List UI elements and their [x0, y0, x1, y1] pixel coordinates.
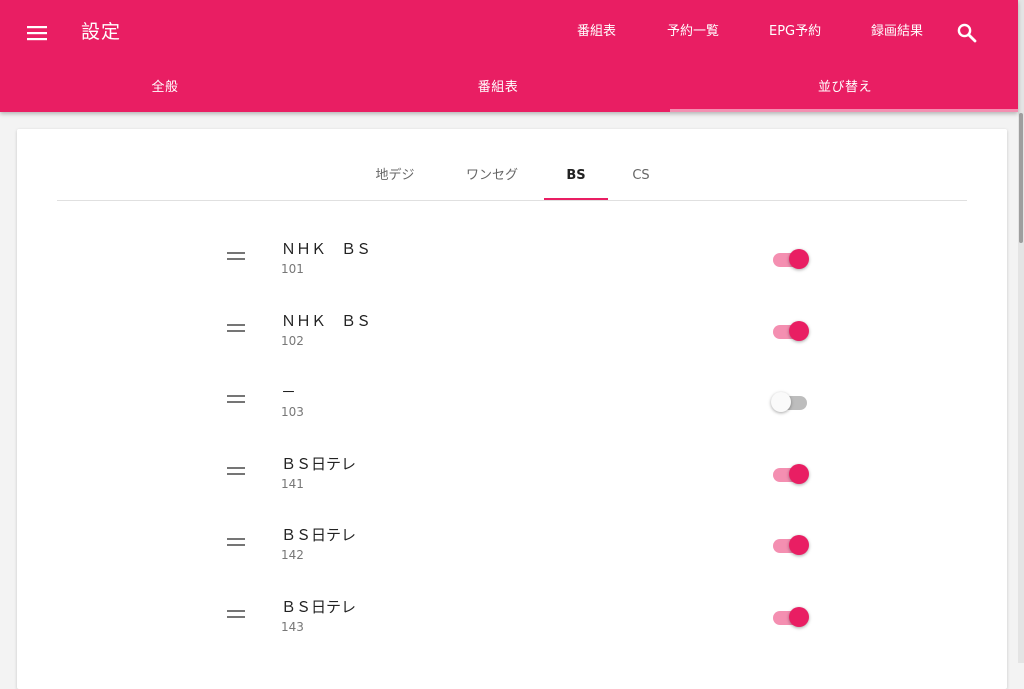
channel-toggle-103[interactable]: [771, 389, 809, 413]
channel-number: 103: [281, 405, 304, 420]
channel-name: －: [281, 383, 297, 402]
toggle-thumb: [789, 320, 809, 341]
nav-program-guide[interactable]: 番組表: [577, 22, 616, 42]
scrollbar-thumb[interactable]: [1019, 113, 1023, 243]
channel-toggle-142[interactable]: [771, 532, 809, 556]
channel-toggle-141[interactable]: [771, 461, 809, 485]
toggle-thumb: [789, 535, 809, 556]
drag-handle[interactable]: [227, 609, 245, 619]
sort-card: 地デジ ワンセグ BS CS ＮＨＫ ＢＳ 101 ＮＨＫ ＢＳ 102 － 1…: [17, 129, 1007, 689]
channel-row-102: ＮＨＫ ＢＳ 102: [17, 295, 1007, 367]
drag-handle-icon: [227, 466, 245, 475]
channel-toggle-101[interactable]: [771, 246, 809, 270]
nav-epg-reservation[interactable]: EPG予約: [769, 22, 821, 42]
channel-name: ＢＳ日テレ: [281, 526, 357, 545]
search-button[interactable]: [955, 21, 979, 45]
channel-number: 142: [281, 548, 304, 563]
subtab-indicator: [544, 198, 608, 200]
subtab-terrestrial[interactable]: 地デジ: [352, 159, 438, 200]
drag-handle[interactable]: [227, 394, 245, 404]
channel-toggle-102[interactable]: [771, 318, 809, 342]
channel-row-103: － 103: [17, 366, 1007, 438]
drag-handle[interactable]: [227, 323, 245, 333]
tab-indicator: [670, 109, 1018, 112]
tab-general[interactable]: 全般: [0, 65, 330, 112]
subtab-cs[interactable]: CS: [612, 159, 670, 200]
channel-number: 143: [281, 619, 304, 634]
nav-reservation-list[interactable]: 予約一覧: [667, 22, 719, 42]
channel-number: 102: [281, 333, 304, 348]
subtab-bs[interactable]: BS: [544, 159, 608, 200]
drag-handle[interactable]: [227, 251, 245, 261]
drag-handle-icon: [227, 395, 245, 404]
tab-sort[interactable]: 並び替え: [672, 65, 1018, 112]
channel-name: ＢＳ日テレ: [281, 454, 357, 473]
toolbar: 設定 番組表 予約一覧 EPG予約 録画結果: [0, 0, 1018, 65]
drag-handle[interactable]: [227, 537, 245, 547]
channel-row-141: ＢＳ日テレ 141: [17, 438, 1007, 510]
search-icon: [957, 23, 977, 43]
nav-recording-results[interactable]: 録画結果: [871, 22, 923, 42]
channel-row-101: ＮＨＫ ＢＳ 101: [17, 223, 1007, 295]
drag-handle[interactable]: [227, 466, 245, 476]
toggle-thumb: [789, 249, 809, 269]
drag-handle-icon: [227, 538, 245, 547]
app-bar: 設定 番組表 予約一覧 EPG予約 録画結果 全般 番組表 並び替え: [0, 0, 1018, 112]
subtab-oneseg[interactable]: ワンセグ: [447, 159, 537, 200]
channel-number: 141: [281, 476, 304, 491]
toggle-thumb: [789, 606, 809, 627]
toggle-thumb: [789, 463, 809, 484]
page-title: 設定: [81, 21, 122, 43]
channel-number: 101: [281, 262, 304, 276]
channel-name: ＮＨＫ ＢＳ: [281, 311, 372, 330]
channel-name: ＢＳ日テレ: [281, 597, 357, 616]
channel-row-143: ＢＳ日テレ 143: [17, 581, 1007, 653]
menu-icon: [27, 26, 47, 41]
channel-row-142: ＢＳ日テレ 142: [17, 509, 1007, 581]
broadcast-type-tabs: 地デジ ワンセグ BS CS: [57, 159, 967, 201]
tab-program-guide[interactable]: 番組表: [330, 65, 666, 112]
drag-handle-icon: [227, 252, 245, 260]
scrollbar[interactable]: [1018, 0, 1024, 663]
menu-button[interactable]: [22, 18, 52, 48]
channel-toggle-143[interactable]: [771, 604, 809, 628]
settings-tabs: 全般 番組表 並び替え: [0, 65, 1018, 112]
channel-list: ＮＨＫ ＢＳ 101 ＮＨＫ ＢＳ 102 － 103 ＢＳ日テレ 141 ＢＳ…: [17, 223, 1007, 653]
drag-handle-icon: [227, 323, 245, 332]
drag-handle-icon: [227, 609, 245, 618]
channel-name: ＮＨＫ ＢＳ: [281, 240, 372, 258]
